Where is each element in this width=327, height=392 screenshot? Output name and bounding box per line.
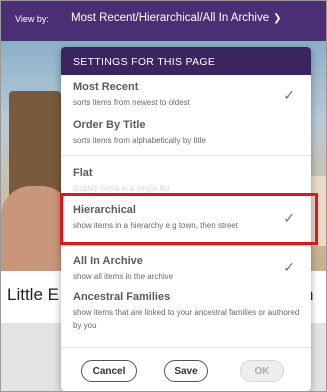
- divider: [61, 245, 311, 246]
- top-bar: View by: Most Recent/Hierarchical/All In…: [1, 1, 326, 41]
- checkmark-icon: ✓: [283, 87, 295, 103]
- option-desc: show items that are linked to your ances…: [73, 308, 300, 330]
- divider: [61, 347, 311, 348]
- view-by-label: View by:: [15, 14, 49, 24]
- option-order-by-title[interactable]: Order By Title sorts items from alphabet…: [61, 119, 311, 147]
- item-title[interactable]: Little E: [7, 285, 59, 305]
- panel-title: SETTINGS FOR THIS PAGE: [61, 47, 311, 75]
- option-most-recent[interactable]: Most Recent sorts items from newest to o…: [61, 81, 311, 109]
- checkmark-icon: ✓: [283, 259, 295, 275]
- option-desc: sorts items from newest to oldest: [73, 98, 190, 107]
- view-by-value: Most Recent/Hierarchical/All In Archive: [71, 12, 270, 24]
- option-flat[interactable]: Flat display items in a single list: [61, 167, 311, 195]
- save-button[interactable]: Save: [164, 360, 208, 382]
- app-frame: View by: Most Recent/Hierarchical/All In…: [0, 0, 327, 392]
- option-desc: show all items in the archive: [73, 272, 174, 281]
- option-title: Flat: [73, 167, 93, 179]
- divider: [61, 155, 311, 156]
- option-title: All In Archive: [73, 255, 143, 267]
- option-all-in-archive[interactable]: All In Archive show all items in the arc…: [61, 255, 311, 283]
- option-title: Ancestral Families: [73, 291, 171, 303]
- option-desc: sorts items from alphabetically by title: [73, 136, 206, 145]
- highlight-box: [60, 193, 318, 245]
- chevron-down-icon: ❯: [273, 13, 282, 24]
- ok-button[interactable]: OK: [240, 360, 284, 382]
- option-title: Order By Title: [73, 119, 146, 131]
- option-ancestral-families[interactable]: Ancestral Families show items that are l…: [61, 291, 311, 332]
- view-by-dropdown[interactable]: Most Recent/Hierarchical/All In Archive ❯: [71, 12, 282, 24]
- book-image: [9, 91, 61, 201]
- cancel-button[interactable]: Cancel: [81, 360, 137, 382]
- option-title: Most Recent: [73, 81, 139, 93]
